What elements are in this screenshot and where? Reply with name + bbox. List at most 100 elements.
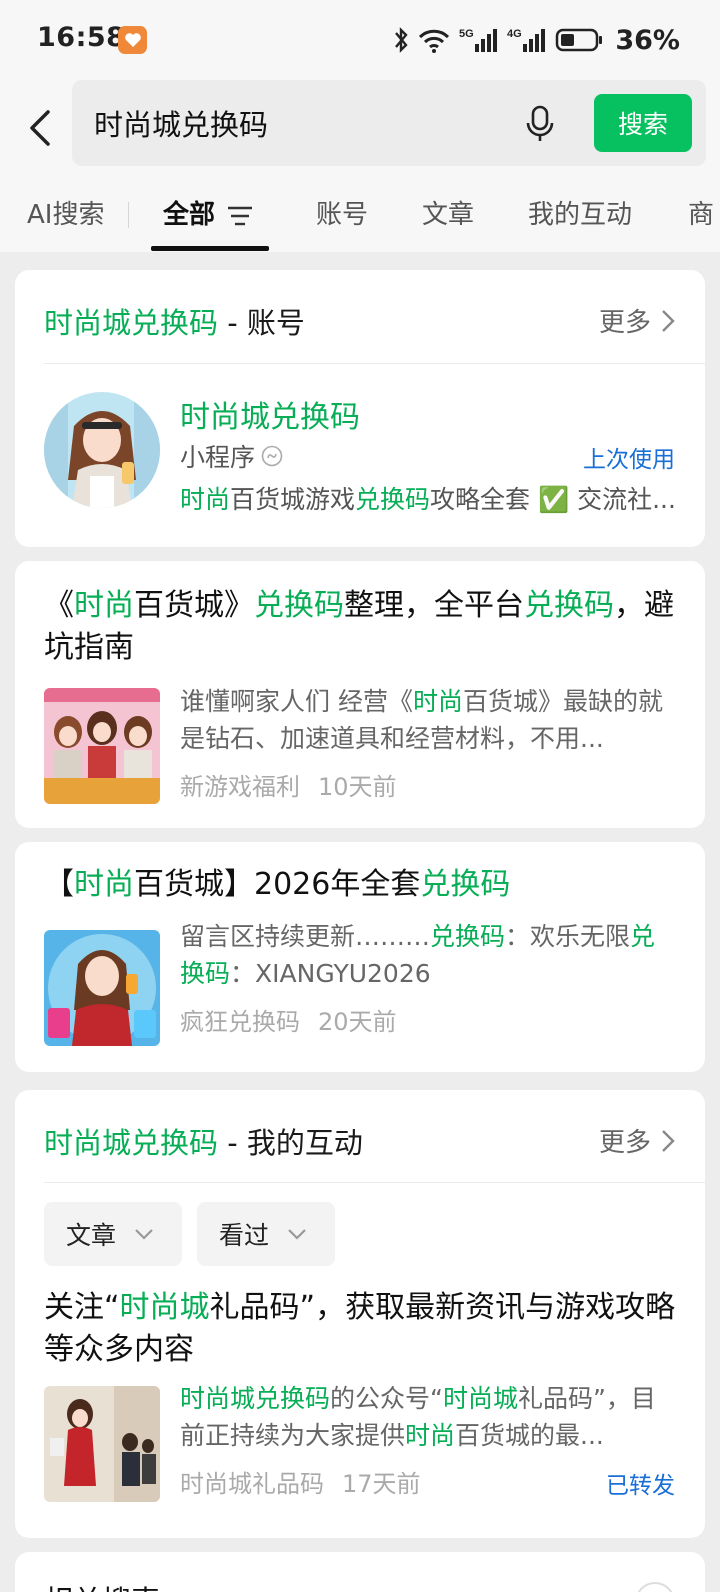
desc-text: 攻略全套 ✅ 交流社... — [430, 485, 676, 514]
article-card[interactable]: 《时尚百货城》兑换码整理，全平台兑换码，避坑指南 谁懂啊家人们 经营《时尚百货城… — [15, 561, 705, 828]
desc-text: 百货城游戏 — [230, 485, 356, 514]
more-label: 更多 — [598, 308, 651, 338]
title-text: 整理，全平台 — [344, 588, 524, 623]
tab-account[interactable]: 账号 — [316, 194, 368, 231]
interaction-time: 17天前 — [342, 1470, 421, 1498]
last-used-label: 上次使用 — [583, 447, 675, 473]
article-thumbnail — [44, 688, 160, 804]
snippet-keyword: 时尚城 — [442, 1384, 518, 1413]
account-section-card: 时尚城兑换码 - 账号 更多 时尚城兑换码 小程序 上次使用 时尚百货城游戏兑换… — [15, 270, 705, 547]
snippet-text: 留言区持续更新……… — [180, 922, 431, 951]
related-search-card: 相关搜索 — [15, 1552, 705, 1592]
chip-label: 文章 — [66, 1221, 117, 1250]
more-label: 更多 — [598, 1128, 651, 1158]
divider — [44, 363, 705, 364]
article-source: 新游戏福利 — [180, 773, 300, 801]
desc-keyword: 兑换码 — [355, 485, 431, 514]
battery-icon — [556, 28, 603, 52]
search-input[interactable]: 时尚城兑换码 — [94, 102, 268, 144]
wifi-icon — [419, 29, 450, 53]
account-description: 时尚百货城游戏兑换码攻略全套 ✅ 交流社... — [180, 480, 680, 516]
account-type: 小程序 — [180, 438, 283, 474]
back-arrow-icon[interactable] — [22, 106, 58, 150]
chip-label: 看过 — [219, 1221, 270, 1250]
snippet-text: ：XIANGYU2026 — [230, 959, 431, 988]
article-card[interactable]: 【时尚百货城】2026年全套兑换码 留言区持续更新………兑换码：欢乐无限兑换码：… — [15, 842, 705, 1072]
article-source: 疯狂兑换码 — [180, 1008, 300, 1036]
chevron-down-icon — [288, 1229, 306, 1240]
account-name[interactable]: 时尚城兑换码 — [180, 392, 360, 436]
divider — [44, 1182, 705, 1183]
refresh-icon[interactable] — [635, 1582, 675, 1592]
search-bar[interactable]: 时尚城兑换码 搜索 — [72, 80, 706, 166]
chevron-right-icon — [662, 1129, 675, 1152]
title-text: 百货城》 — [134, 588, 254, 623]
article-snippet: 谁懂啊家人们 经营《时尚百货城》最缺的就是钻石、加速道具和经营材料，不用... — [180, 683, 676, 757]
filter-chip-status[interactable]: 看过 — [197, 1202, 335, 1266]
article-thumbnail — [44, 930, 160, 1046]
interaction-thumbnail — [44, 1386, 160, 1502]
title-keyword: 时尚 — [74, 588, 134, 623]
tab-all[interactable]: 全部 — [163, 194, 253, 231]
more-interactions-link[interactable]: 更多 — [599, 1122, 675, 1159]
article-snippet: 留言区持续更新………兑换码：欢乐无限兑换码：XIANGYU2026 — [180, 918, 676, 992]
desc-keyword: 时尚 — [180, 485, 231, 514]
section-keyword: 时尚城兑换码 — [44, 1126, 219, 1160]
article-time: 20天前 — [318, 1008, 397, 1036]
status-bar: 16:58 5G 4G 36% — [0, 0, 720, 80]
signal-5g-icon: 5G — [459, 28, 498, 52]
title-text: 【 — [44, 867, 74, 902]
tab-ai-search[interactable]: AI搜索 — [27, 194, 104, 231]
snippet-keyword: 时尚 — [412, 687, 463, 716]
title-keyword: 兑换码 — [254, 588, 344, 623]
title-text: 百货城】2026年全套 — [134, 867, 421, 902]
microphone-icon[interactable] — [522, 104, 558, 144]
interaction-source: 时尚城礼品码 — [180, 1470, 324, 1498]
article-time: 10天前 — [318, 773, 397, 801]
filter-chip-type[interactable]: 文章 — [44, 1202, 182, 1266]
snippet-text: 谁懂啊家人们 经营《 — [180, 687, 413, 716]
title-text: 关注“ — [44, 1290, 120, 1325]
interaction-section-card: 时尚城兑换码 - 我的互动 更多 文章 看过 关注“时尚城礼品码”，获取最新资讯… — [15, 1090, 705, 1538]
filter-icon[interactable] — [227, 205, 253, 227]
mini-program-icon — [261, 445, 283, 467]
mini-program-avatar[interactable] — [44, 392, 160, 508]
signal-4g-icon: 4G — [507, 28, 546, 52]
notification-app-icon — [118, 26, 147, 54]
snippet-keyword: 兑换码 — [430, 922, 506, 951]
article-meta: 疯狂兑换码 20天前 — [180, 1002, 397, 1037]
related-search-title: 相关搜索 — [44, 1578, 160, 1592]
title-keyword: 兑换码 — [420, 867, 511, 902]
article-title[interactable]: 【时尚百货城】2026年全套兑换码 — [44, 864, 684, 906]
section-suffix: - 账号 — [218, 306, 305, 340]
search-button[interactable]: 搜索 — [594, 94, 692, 152]
section-title: 时尚城兑换码 - 我的互动 — [44, 1120, 363, 1162]
tab-my-interaction[interactable]: 我的互动 — [528, 194, 632, 231]
interaction-snippet: 时尚城兑换码的公众号“时尚城礼品码”，目前正持续为大家提供时尚百货城的最... — [180, 1380, 676, 1454]
tab-shop[interactable]: 商 — [688, 194, 714, 231]
title-keyword: 时尚 — [74, 867, 134, 902]
snippet-keyword: 时尚城兑换码 — [180, 1384, 331, 1413]
active-tab-indicator — [151, 246, 269, 251]
status-icons: 5G 4G 36% — [393, 24, 680, 56]
snippet-keyword: 时尚 — [405, 1421, 456, 1450]
result-tabs: AI搜索 全部 账号 文章 我的互动 商 — [0, 186, 720, 252]
search-header: 时尚城兑换码 搜索 AI搜索 全部 账号 文章 我的互动 商 — [0, 80, 720, 252]
article-title[interactable]: 《时尚百货城》兑换码整理，全平台兑换码，避坑指南 — [44, 585, 684, 669]
tab-article[interactable]: 文章 — [422, 194, 474, 231]
chevron-right-icon — [662, 309, 675, 332]
section-suffix: - 我的互动 — [218, 1126, 363, 1160]
chevron-down-icon — [135, 1229, 153, 1240]
title-keyword: 兑换码 — [524, 588, 614, 623]
interaction-title[interactable]: 关注“时尚城礼品码”，获取最新资讯与游戏攻略等众多内容 — [44, 1287, 684, 1371]
section-title: 时尚城兑换码 - 账号 — [44, 300, 305, 342]
tab-all-label: 全部 — [163, 200, 216, 230]
snippet-text: 的公众号“ — [330, 1384, 443, 1413]
svg-text:5G: 5G — [459, 28, 474, 40]
section-keyword: 时尚城兑换码 — [44, 306, 219, 340]
status-time: 16:58 — [37, 22, 126, 53]
snippet-text: 百货城的最... — [455, 1421, 604, 1450]
title-text: 《 — [44, 588, 74, 623]
more-accounts-link[interactable]: 更多 — [599, 302, 675, 339]
account-type-label: 小程序 — [180, 443, 256, 472]
